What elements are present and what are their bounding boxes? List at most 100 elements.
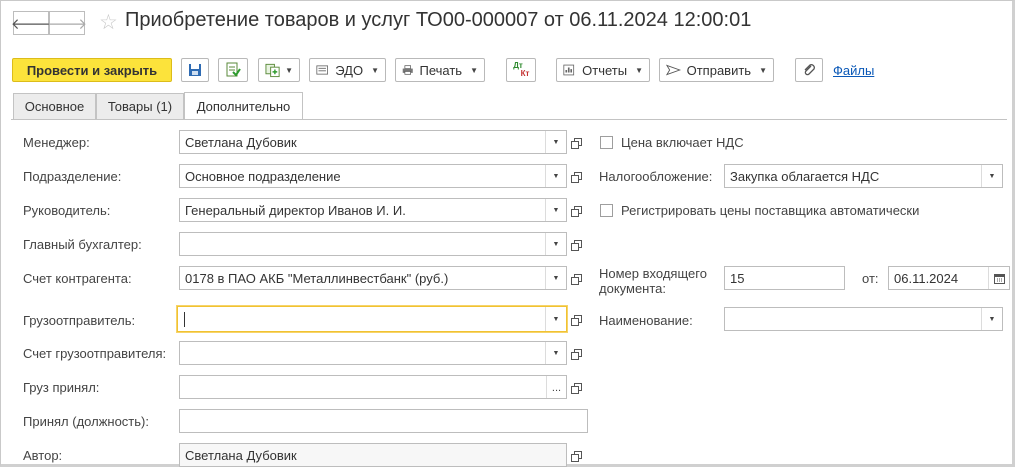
shipper-account-open-button[interactable] [569,341,587,365]
back-button[interactable]: 🡐 [10,11,52,35]
cargo-received-open-button[interactable] [569,375,587,399]
shipper-account-label: Счет грузоотправителя: [23,346,167,361]
received-position-label: Принял (должность): [23,414,149,429]
incoming-date-value: 06.11.2024 [894,271,959,286]
ellipsis-icon[interactable]: ... [546,376,566,398]
shipper-open-button[interactable] [569,307,587,331]
incoming-date-field[interactable]: 06.11.2024 [888,266,1010,290]
cargo-received-label: Груз принял: [23,380,100,395]
open-icon [571,172,582,183]
department-field[interactable]: Основное подразделение ▼ [179,164,567,188]
received-position-field[interactable] [179,409,588,433]
tab-main[interactable]: Основное [13,93,96,119]
department-open-button[interactable] [569,164,587,188]
author-open-button[interactable] [569,443,587,467]
reports-icon [563,64,575,76]
print-button[interactable]: Печать ▼ [395,58,485,82]
chevron-down-icon: ▼ [285,65,293,75]
open-icon [571,240,582,251]
incoming-number-value: 15 [730,271,745,286]
edo-button[interactable]: ЭДО ▼ [309,58,386,82]
files-link[interactable]: Файлы [833,63,874,78]
head-label: Руководитель: [23,203,111,218]
chevron-down-icon[interactable]: ▼ [545,267,566,289]
save-icon [189,64,201,76]
counterparty-account-value: 0178 в ПАО АКБ "Металлинвестбанк" (руб.) [185,271,449,286]
attach-button[interactable] [795,58,823,82]
chief-accountant-open-button[interactable] [569,232,587,256]
head-field[interactable]: Генеральный директор Иванов И. И. ▼ [179,198,567,222]
save-button[interactable] [181,58,209,82]
shipper-account-field[interactable]: ▼ [179,341,567,365]
incoming-number-label: Номер входящего документа: [599,266,707,296]
open-icon [571,451,582,462]
chevron-down-icon[interactable]: ▼ [981,165,1002,187]
shipper-label: Грузоотправитель: [23,313,136,328]
counterparty-account-label: Счет контрагента: [23,271,132,286]
chevron-down-icon[interactable]: ▼ [545,165,566,187]
create-based-on-button[interactable]: ▼ [258,58,300,82]
head-value: Генеральный директор Иванов И. И. [185,203,406,218]
chevron-down-icon[interactable]: ▼ [545,131,566,153]
taxation-field[interactable]: Закупка облагается НДС ▼ [724,164,1003,188]
chevron-down-icon: ▼ [759,65,767,75]
reports-button[interactable]: Отчеты ▼ [556,58,650,82]
forward-button[interactable]: 🡒 [46,11,88,35]
manager-label: Менеджер: [23,135,90,150]
incoming-number-field[interactable]: 15 [724,266,845,290]
head-open-button[interactable] [569,198,587,222]
page-title: Приобретение товаров и услуг ТО00-000007… [125,9,752,31]
open-icon [571,383,582,394]
send-button[interactable]: Отправить ▼ [659,58,774,82]
manager-field[interactable]: Светлана Дубовик ▼ [179,130,567,154]
open-icon [571,206,582,217]
arrow-left-icon: 🡐 [10,15,52,33]
open-icon [571,315,582,326]
post-and-close-button[interactable]: Провести и закрыть [12,58,172,82]
incoming-number-label-line2: документа: [599,281,666,296]
chief-accountant-field[interactable]: ▼ [179,232,567,256]
post-button[interactable] [218,58,248,82]
cargo-received-field[interactable]: ... [179,375,567,399]
register-prices-label: Регистрировать цены поставщика автоматич… [621,203,920,218]
edo-icon [316,65,329,75]
kt-label: Кт [520,69,530,78]
chevron-down-icon: ▼ [371,65,379,75]
price-includes-vat-checkbox[interactable] [600,136,613,149]
name-label: Наименование: [599,313,693,328]
taxation-label: Налогообложение: [599,169,713,184]
shipper-field[interactable]: ▼ [177,306,567,332]
register-prices-checkbox[interactable] [600,204,613,217]
favorite-star-icon[interactable]: ☆ [99,10,118,35]
chevron-down-icon: ▼ [635,65,643,75]
dt-kt-button[interactable]: Дт Кт [506,58,536,82]
calendar-icon[interactable] [988,267,1009,289]
department-value: Основное подразделение [185,169,341,184]
name-field[interactable]: ▼ [724,307,1003,331]
chevron-down-icon[interactable]: ▼ [545,199,566,221]
department-label: Подразделение: [23,169,122,184]
arrow-right-icon: 🡒 [46,15,88,33]
create-based-on-icon [265,63,280,78]
author-field: Светлана Дубовик [179,443,567,467]
send-label: Отправить [686,62,752,78]
paperclip-icon [804,64,815,76]
chief-accountant-label: Главный бухгалтер: [23,237,142,252]
tab-additional[interactable]: Дополнительно [184,92,303,120]
counterparty-account-field[interactable]: 0178 в ПАО АКБ "Металлинвестбанк" (руб.)… [179,266,567,290]
chevron-down-icon[interactable]: ▼ [545,307,566,331]
price-includes-vat-label: Цена включает НДС [621,135,744,150]
incoming-date-label: от: [862,271,879,286]
taxation-value: Закупка облагается НДС [730,169,880,184]
text-cursor [184,312,185,327]
chevron-down-icon[interactable]: ▼ [545,233,566,255]
tab-divider [11,119,1007,120]
tab-goods[interactable]: Товары (1) [96,93,184,119]
manager-open-button[interactable] [569,130,587,154]
calendar-icon-svg [993,273,1005,284]
print-label: Печать [419,62,463,78]
counterparty-account-open-button[interactable] [569,266,587,290]
chevron-down-icon: ▼ [470,65,478,75]
chevron-down-icon[interactable]: ▼ [545,342,566,364]
chevron-down-icon[interactable]: ▼ [981,308,1002,330]
